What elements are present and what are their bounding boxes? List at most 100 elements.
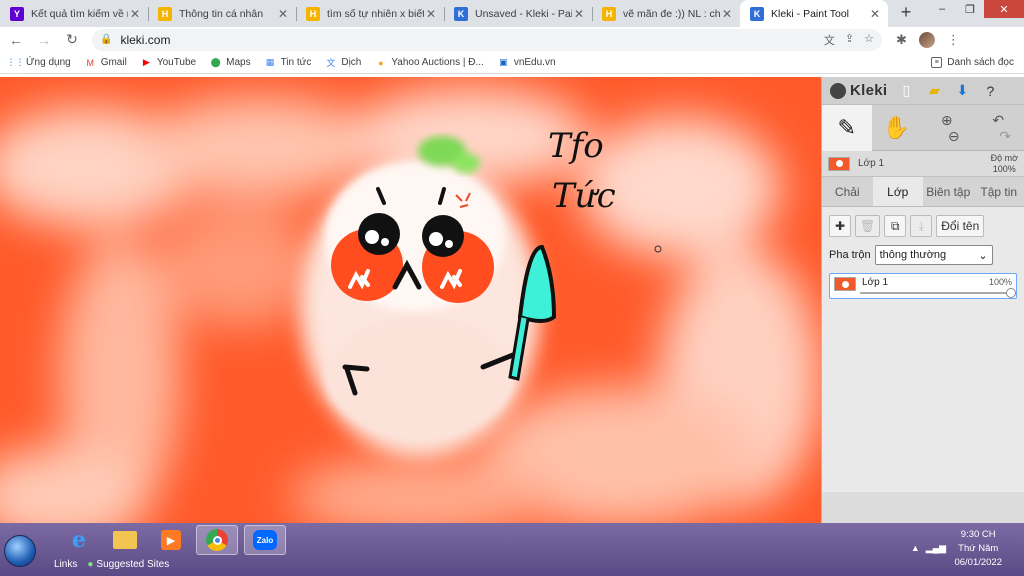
layer-item[interactable]: Lớp 1 100% <box>829 273 1017 299</box>
tab-close-icon[interactable]: ✕ <box>128 7 142 21</box>
kleki-sidebar: Kleki ▯ ▰ ⬇ ? ✎ ✋ ⊕ ⊖ ↶ ↷ Lớp 1 Độ mờ 100… <box>821 77 1024 523</box>
bookmark-6[interactable]: 文 Dịch <box>325 57 361 68</box>
browser-tab-5[interactable]: Hvẽ mãn đe :)) NL : chân d✕ <box>592 0 740 27</box>
tool-row: ✎ ✋ ⊕ ⊖ ↶ ↷ <box>822 105 1024 151</box>
gmail-icon: M <box>86 57 94 68</box>
zoom-in-icon[interactable]: ⊕ <box>941 112 953 128</box>
bookmark-1[interactable]: ⋮⋮ Ứng dụng <box>7 57 71 68</box>
help-icon[interactable]: ? <box>981 82 999 100</box>
drawing-canvas[interactable]: Tfo Tức <box>0 77 821 523</box>
character-body <box>300 157 540 457</box>
start-button[interactable] <box>4 535 36 567</box>
rename-layer-button[interactable]: Đổi tên <box>936 215 985 237</box>
yahoo-icon: ● <box>378 57 384 68</box>
media-player-taskbar-icon[interactable]: ▶ <box>150 525 192 555</box>
kleki-topbar: Kleki ▯ ▰ ⬇ ? <box>822 77 1024 105</box>
new-tab-button[interactable]: + <box>894 1 918 25</box>
layer-thumbnail <box>834 277 856 291</box>
undo-icon[interactable]: ↶ <box>992 112 1004 128</box>
hand-tool[interactable]: ✋ <box>872 105 922 151</box>
tab-close-icon[interactable]: ✕ <box>720 7 734 21</box>
bookmark-4[interactable]: ⬤ Maps <box>210 57 251 68</box>
download-icon[interactable]: ⬇ <box>953 82 971 100</box>
panel-tab-2[interactable]: Lớp <box>872 177 923 206</box>
reading-list-button[interactable]: ≡ Danh sách đọc <box>931 57 1014 68</box>
tab-close-icon[interactable]: ✕ <box>424 7 438 21</box>
back-icon[interactable]: ← <box>4 32 28 48</box>
close-window-icon[interactable]: ✕ <box>984 0 1024 18</box>
undo-redo: ↶ ↷ <box>973 105 1024 151</box>
merge-layer-button[interactable]: ⤓ <box>910 215 933 237</box>
drawing-text-line1: Tfo <box>548 126 604 166</box>
panel-tab-4[interactable]: Tập tin <box>974 177 1024 206</box>
open-folder-icon[interactable]: ▰ <box>925 82 943 100</box>
new-image-icon[interactable]: ▯ <box>897 82 915 100</box>
extensions-icon[interactable]: ✱ <box>896 32 907 48</box>
panel-tab-1[interactable]: Chải <box>822 177 873 206</box>
bookmark-2[interactable]: M Gmail <box>85 57 126 68</box>
add-layer-button[interactable]: ✚ <box>829 215 851 237</box>
blend-label: Pha trộn <box>829 249 871 261</box>
tab-title: vẽ mãn đe :)) NL : chân d <box>623 7 720 20</box>
network-icon[interactable]: ▂▄▆ <box>926 543 946 554</box>
reload-icon[interactable]: ↻ <box>60 31 84 48</box>
brush-tool[interactable]: ✎ <box>822 105 872 151</box>
layer-opacity: 100% <box>988 277 1012 287</box>
opacity-readout: Độ mờ 100% <box>990 152 1018 174</box>
drawing-text-line2: Tức <box>552 176 616 216</box>
url-text[interactable]: kleki.com <box>120 33 823 47</box>
layer-name: Lớp 1 <box>862 277 889 288</box>
bookmark-8[interactable]: ▣ vnEdu.vn <box>498 57 555 68</box>
redo-icon[interactable]: ↷ <box>999 128 1011 144</box>
reading-list-icon: ≡ <box>931 57 943 68</box>
tab-title: Unsaved - Kleki - Paint T <box>475 7 572 20</box>
current-layer-bar[interactable]: Lớp 1 Độ mờ 100% <box>822 151 1024 177</box>
bookmark-3[interactable]: ▶ YouTube <box>141 57 196 68</box>
address-toolbar: ← → ↻ 🔒 kleki.com 文 ⇪ ☆ ✱ ⋮ <box>0 27 1024 52</box>
kleki-logo[interactable]: Kleki <box>830 82 887 99</box>
clock[interactable]: 9:30 CH Thứ Năm 06/01/2022 <box>954 528 1002 570</box>
restore-icon[interactable]: ❐ <box>956 0 984 18</box>
tab-close-icon[interactable]: ✕ <box>276 7 290 21</box>
bookmark-7[interactable]: ● Yahoo Auctions | Đ... <box>375 57 484 68</box>
show-hidden-icon[interactable]: ▲ <box>911 543 920 554</box>
lock-icon[interactable]: 🔒 <box>100 34 112 45</box>
tab-close-icon[interactable]: ✕ <box>572 7 586 21</box>
slider-knob[interactable] <box>1006 288 1016 298</box>
chrome-taskbar-icon[interactable] <box>196 525 238 555</box>
ie-taskbar-icon[interactable]: e <box>58 525 100 555</box>
bookmark-5[interactable]: ▦ Tin tức <box>265 57 312 68</box>
browser-tab-3[interactable]: Htìm số tự nhiên x biết a)✕ <box>296 0 444 27</box>
zalo-taskbar-icon[interactable]: Zalo <box>244 525 286 555</box>
tray-icons: ▲ ▂▄▆ <box>911 543 946 554</box>
browser-tab-6[interactable]: K Kleki - Paint Tool ✕ <box>740 0 888 27</box>
duplicate-layer-button[interactable]: ⧉ <box>884 215 907 237</box>
layers-panel: ✚ 🗑 ⧉ ⤓ Đổi tên Pha trộn thông thường ⌄ … <box>822 207 1024 492</box>
blend-mode-row: Pha trộn thông thường ⌄ <box>829 245 1017 265</box>
browser-tab-4[interactable]: K Unsaved - Kleki - Paint T✕ <box>444 0 592 27</box>
minimize-icon[interactable]: – <box>928 0 956 18</box>
menu-dots-icon[interactable]: ⋮ <box>947 32 960 48</box>
share-icon[interactable]: ⇪ <box>845 32 854 48</box>
blend-mode-select[interactable]: thông thường ⌄ <box>874 245 993 265</box>
profile-avatar[interactable] <box>918 31 935 48</box>
suggested-sites[interactable]: ● Suggested Sites <box>87 559 169 570</box>
bookmark-star-icon[interactable]: ☆ <box>864 32 874 48</box>
zoom-tool: ⊕ ⊖ <box>921 105 972 151</box>
forward-icon[interactable]: → <box>32 32 56 48</box>
panel-tab-3[interactable]: Biên tập <box>923 177 974 206</box>
browser-tab-1[interactable]: Y Kết quả tìm kiếm về nếu✕ <box>0 0 148 27</box>
translate-page-icon[interactable]: 文 <box>824 32 835 48</box>
browser-tab-2[interactable]: H Thông tin cá nhân ✕ <box>148 0 296 27</box>
omnibox[interactable]: 🔒 kleki.com 文 ⇪ ☆ <box>92 28 882 51</box>
vnedu-icon: ▣ <box>499 57 508 67</box>
windows-taskbar: e ▶ Zalo Links ● Suggested Sites ▲ ▂▄▆ 9:… <box>0 523 1024 576</box>
links-label[interactable]: Links <box>54 559 77 570</box>
brush-icon: ✎ <box>837 115 856 140</box>
tab-close-icon[interactable]: ✕ <box>868 7 882 21</box>
explorer-taskbar-icon[interactable] <box>104 525 146 555</box>
delete-layer-button[interactable]: 🗑 <box>855 215 881 237</box>
zoom-out-icon[interactable]: ⊖ <box>948 128 960 144</box>
layer-opacity-slider[interactable] <box>860 288 1016 298</box>
tab-favicon-icon: Y <box>10 6 24 21</box>
